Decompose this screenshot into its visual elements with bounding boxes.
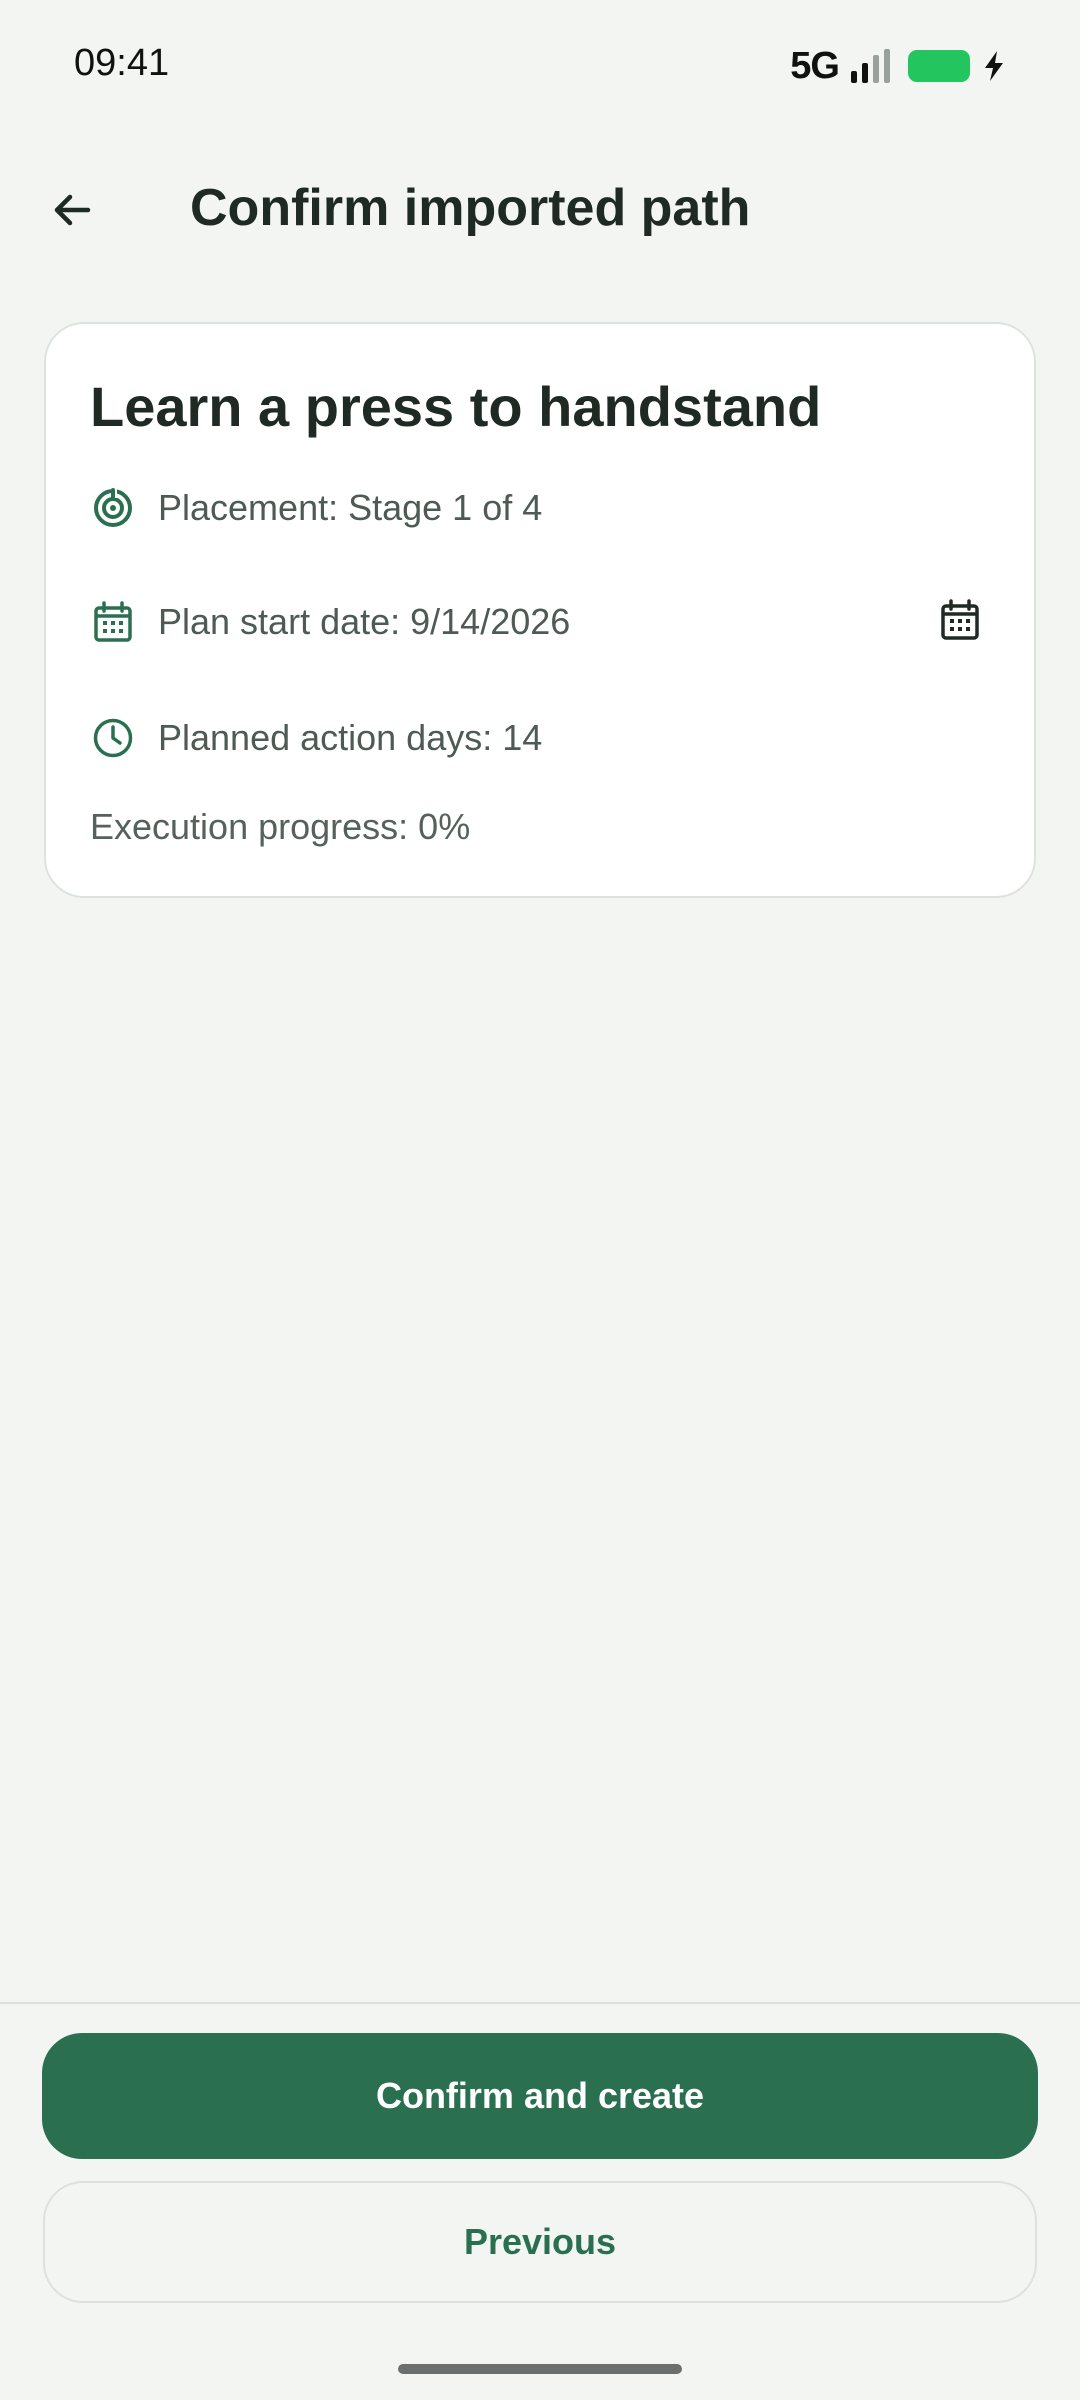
start-date-row: Plan start date: 9/14/2026: [90, 592, 570, 652]
bottom-divider: [0, 2002, 1080, 2004]
placement-text: Placement: Stage 1 of 4: [158, 487, 543, 528]
battery-icon: [908, 50, 970, 82]
card-title: Learn a press to handstand: [90, 375, 822, 438]
charging-bolt-icon: [985, 51, 1003, 81]
app-bar: Confirm imported path: [0, 150, 1080, 270]
confirm-and-create-button[interactable]: Confirm and create: [42, 2033, 1038, 2159]
status-bar: 09:41 5G: [0, 0, 1080, 130]
path-summary-card: Learn a press to handstand Placement: St…: [44, 322, 1036, 898]
date-picker-button[interactable]: [930, 590, 990, 650]
network-label: 5G: [790, 44, 840, 87]
start-date-text: Plan start date: 9/14/2026: [158, 601, 571, 642]
previous-button[interactable]: Previous: [43, 2181, 1037, 2303]
arrow-left-icon: [54, 194, 91, 226]
placement-row: Placement: Stage 1 of 4: [90, 478, 542, 538]
execution-progress-text: Execution progress: 0%: [90, 806, 471, 847]
home-indicator[interactable]: [398, 2364, 682, 2374]
signal-icon: [851, 49, 890, 83]
status-time: 09:41: [74, 42, 170, 84]
clock-icon: [90, 715, 136, 761]
action-days-row: Planned action days: 14: [90, 708, 542, 768]
action-days-text: Planned action days: 14: [158, 717, 543, 758]
page-title: Confirm imported path: [190, 179, 751, 237]
calendar-icon: [90, 599, 136, 645]
calendar-picker-icon: [941, 599, 979, 640]
target-icon: [90, 485, 136, 531]
status-icons: 5G: [790, 44, 1006, 88]
back-button[interactable]: [36, 174, 108, 246]
